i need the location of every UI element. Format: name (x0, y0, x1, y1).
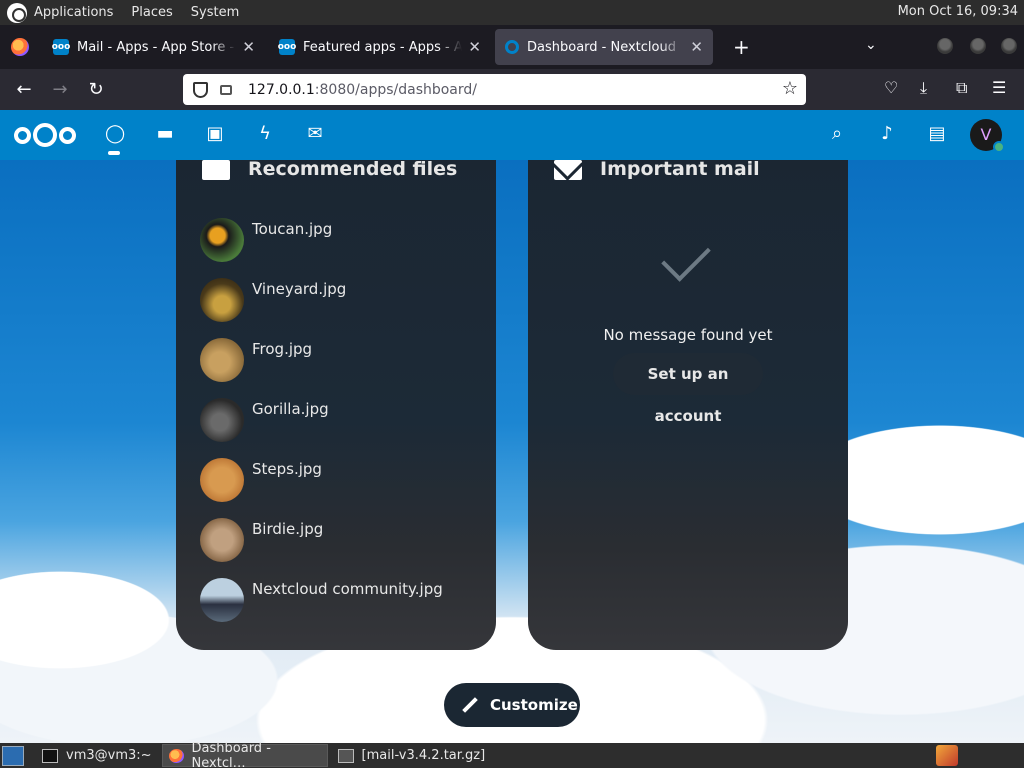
taskbar-item-firefox[interactable]: Dashboard - Nextcl… (161, 740, 328, 768)
tray-app-icon[interactable] (936, 745, 958, 766)
browser-navigation-bar: ← → ↻ 127.0.0.1:8080/apps/dashboard/ ☆ ♡… (0, 69, 1024, 110)
widget-title: Important mail (600, 160, 760, 180)
customize-button[interactable]: Customize (444, 683, 580, 727)
site-info-icon[interactable] (220, 84, 232, 95)
online-status-badge (993, 141, 1005, 153)
browser-tab-strip: ooo Mail - Apps - App Store - Ne ✕ ooo F… (0, 25, 1024, 69)
activity-app-icon[interactable]: ϟ (255, 124, 275, 144)
pencil-icon (462, 697, 478, 713)
file-thumbnail (200, 578, 244, 622)
tab-featured-apps[interactable]: ooo Featured apps - Apps - Apps ✕ (269, 29, 491, 65)
list-all-tabs-icon[interactable]: ⌄ (865, 37, 877, 53)
active-app-indicator (108, 151, 120, 155)
firefox-icon (11, 38, 29, 56)
nextcloud-favicon-icon: ooo (278, 39, 296, 55)
file-item[interactable]: Frog.jpg (200, 338, 312, 382)
file-thumbnail (200, 218, 244, 262)
avatar-initial: V (980, 125, 992, 144)
file-thumbnail (200, 458, 244, 502)
close-tab-icon[interactable]: ✕ (242, 38, 255, 56)
back-button[interactable]: ← (6, 79, 42, 100)
show-desktop-icon[interactable] (2, 745, 24, 766)
close-window-icon[interactable] (1001, 38, 1017, 54)
user-avatar[interactable]: V (970, 119, 1005, 153)
file-thumbnail (200, 338, 244, 382)
file-item[interactable]: Gorilla.jpg (200, 398, 329, 442)
file-name: Birdie.jpg (252, 520, 324, 538)
system-taskbar: vm3@vm3:~ Dashboard - Nextcl… [mail-v3.4… (0, 740, 1024, 768)
places-menu[interactable]: Places (131, 5, 172, 20)
dashboard-favicon-icon (505, 40, 519, 54)
pocket-icon[interactable]: ♡ (884, 78, 898, 97)
taskbar-item-label: [mail-v3.4.2.tar.gz] (361, 748, 486, 763)
file-item[interactable]: Birdie.jpg (200, 518, 323, 562)
tab-title: Mail - Apps - App Store - Ne (77, 39, 236, 55)
recommended-files-widget: Recommended files Toucan.jpg Vineyard.jp… (176, 160, 496, 650)
important-mail-widget: Important mail No message found yet Set … (528, 160, 848, 650)
file-thumbnail (200, 278, 244, 322)
tracking-protection-icon[interactable] (193, 81, 208, 98)
extensions-icon[interactable]: ⧉ (956, 78, 967, 98)
dashboard-app-icon[interactable]: ◯ (105, 124, 125, 144)
file-name: Steps.jpg (252, 460, 322, 478)
file-item[interactable]: Toucan.jpg (200, 218, 332, 262)
files-widget-icon (202, 160, 230, 180)
tab-mail-app-store[interactable]: ooo Mail - Apps - App Store - Ne ✕ (43, 29, 265, 65)
notifications-bell-icon[interactable]: ♪ (877, 124, 897, 144)
file-item[interactable]: Nextcloud community.jpg (200, 578, 443, 622)
file-name: Toucan.jpg (252, 220, 333, 238)
archive-icon (337, 748, 354, 763)
empty-state-message: No message found yet (603, 326, 773, 344)
taskbar-item-label: Dashboard - Nextcl… (191, 740, 271, 768)
close-tab-icon[interactable]: ✕ (690, 38, 703, 56)
menu-icon[interactable]: ☰ (992, 78, 1006, 97)
file-item[interactable]: Vineyard.jpg (200, 278, 346, 322)
mail-app-icon[interactable]: ✉ (305, 124, 325, 144)
reload-button[interactable]: ↻ (78, 79, 114, 100)
setup-account-button[interactable]: Set up an account (613, 353, 763, 425)
customize-label: Customize (490, 696, 578, 714)
terminal-icon (42, 748, 58, 763)
search-icon[interactable]: ⌕ (827, 124, 847, 144)
contacts-icon[interactable]: ▤ (927, 124, 947, 144)
url-bar[interactable]: 127.0.0.1:8080/apps/dashboard/ ☆ (183, 74, 806, 105)
bookmark-star-icon[interactable]: ☆ (782, 78, 798, 99)
taskbar-item-terminal[interactable]: vm3@vm3:~ (36, 744, 158, 767)
minimize-window-icon[interactable] (937, 38, 953, 54)
file-name: Frog.jpg (252, 340, 313, 358)
file-name: Vineyard.jpg (252, 280, 347, 298)
files-app-icon[interactable]: ▬ (155, 124, 175, 144)
close-tab-icon[interactable]: ✕ (468, 38, 481, 56)
checkmark-icon (661, 232, 711, 282)
photos-app-icon[interactable]: ▣ (205, 124, 225, 144)
forward-button[interactable]: → (42, 79, 78, 100)
url-host: 127.0.0.1 (248, 81, 315, 98)
url-path: :8080/apps/dashboard/ (314, 81, 477, 98)
distro-logo-icon[interactable] (7, 2, 27, 23)
clock[interactable]: Mon Oct 16, 09:34 (898, 4, 1018, 19)
file-thumbnail (200, 398, 244, 442)
tab-title: Dashboard - Nextcloud (527, 39, 676, 55)
taskbar-item-archive[interactable]: [mail-v3.4.2.tar.gz] (332, 744, 492, 767)
applications-menu[interactable]: Applications (34, 5, 113, 20)
tab-title: Featured apps - Apps - Apps (303, 39, 463, 55)
nextcloud-favicon-icon: ooo (52, 39, 70, 55)
taskbar-item-label: vm3@vm3:~ (66, 748, 152, 763)
system-top-panel: Applications Places System Mon Oct 16, 0… (0, 0, 1024, 25)
nextcloud-logo-icon[interactable] (14, 123, 76, 147)
firefox-icon (168, 748, 184, 763)
nextcloud-header: ◯ ▬ ▣ ϟ ✉ ⌕ ♪ ▤ V (0, 110, 1024, 160)
file-name: Gorilla.jpg (252, 400, 329, 418)
file-item[interactable]: Steps.jpg (200, 458, 322, 502)
file-name: Nextcloud community.jpg (252, 580, 443, 598)
downloads-icon[interactable]: ⤓ (920, 78, 927, 98)
system-menu[interactable]: System (191, 5, 239, 20)
tab-dashboard[interactable]: Dashboard - Nextcloud ✕ (495, 29, 713, 65)
mail-widget-icon (554, 160, 582, 180)
new-tab-button[interactable]: + (733, 35, 750, 59)
widget-title: Recommended files (248, 160, 458, 180)
file-thumbnail (200, 518, 244, 562)
dashboard-content: Recommended files Toucan.jpg Vineyard.jp… (0, 160, 1024, 743)
maximize-window-icon[interactable] (970, 38, 986, 54)
